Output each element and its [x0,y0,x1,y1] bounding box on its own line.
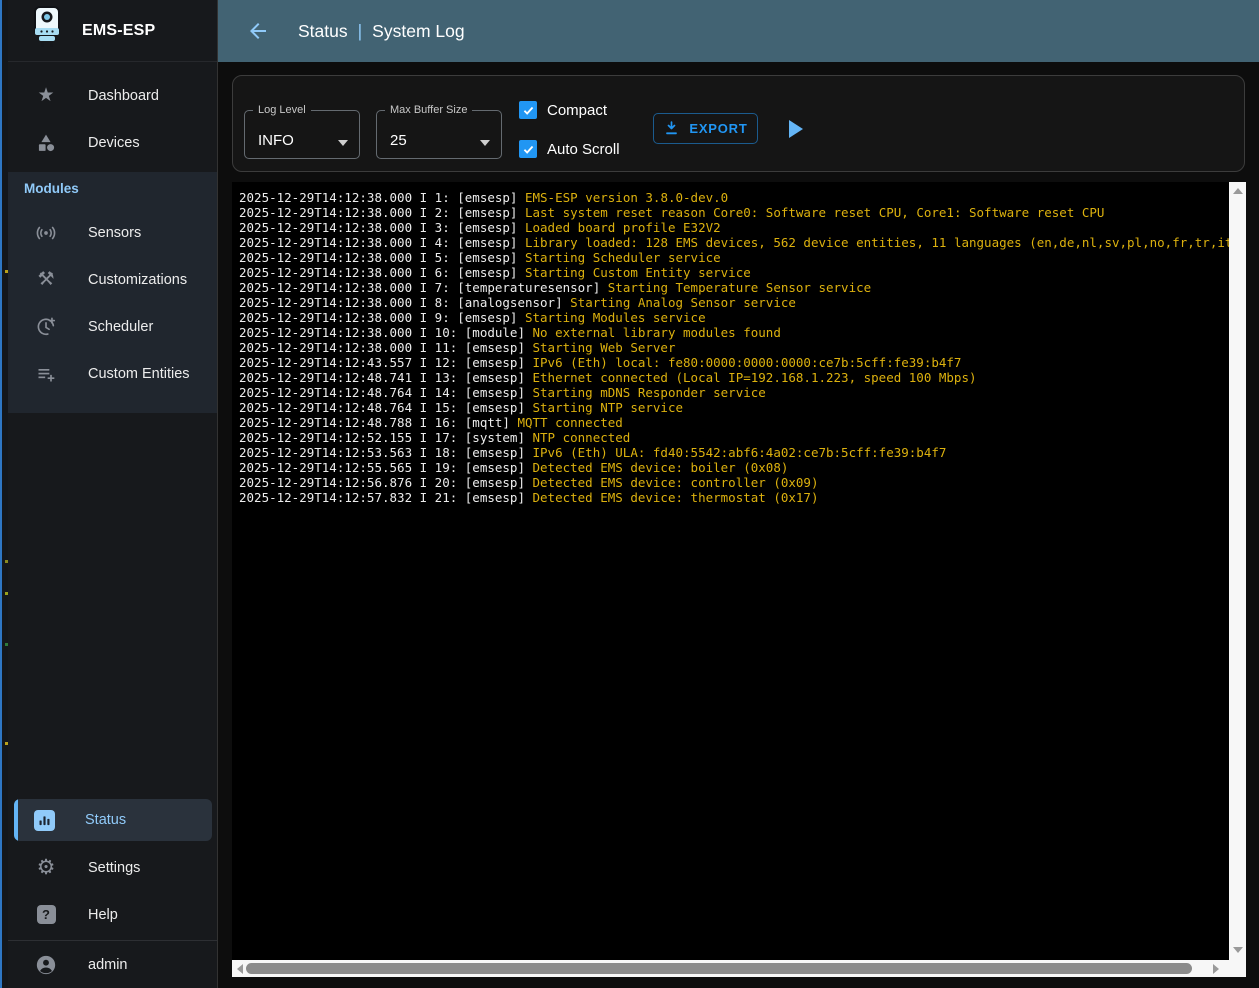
horizontal-scrollbar[interactable] [232,960,1229,977]
log-line: 2025-12-29T14:12:38.000 I 8: [analogsens… [239,295,1229,310]
sidebar-item-label: admin [88,957,128,973]
log-line: 2025-12-29T14:12:55.565 I 19: [emsesp] D… [239,460,1229,475]
sidebar-item-label: Customizations [88,272,187,288]
tools-icon: ⚒ [34,268,58,292]
auto-scroll-checkbox[interactable] [519,140,537,158]
sidebar-item-admin[interactable]: admin [8,941,217,988]
log-level-label: Log Level [253,104,311,116]
log-level-select[interactable]: Log Level INFO [244,104,360,159]
scroll-left-arrow-icon[interactable] [237,964,243,974]
log-line: 2025-12-29T14:12:38.000 I 11: [emsesp] S… [239,340,1229,355]
sidebar: EMS-ESP ★ Dashboard Devices Modules [8,0,218,988]
star-icon: ★ [34,84,58,108]
chevron-down-icon [480,140,490,146]
log-line: 2025-12-29T14:12:43.557 I 12: [emsesp] I… [239,355,1229,370]
sidebar-item-custom-entities[interactable]: Custom Entities [8,350,217,397]
log-line: 2025-12-29T14:12:57.832 I 21: [emsesp] D… [239,490,1229,505]
sidebar-item-status-active[interactable]: Status [14,799,212,841]
log-line: 2025-12-29T14:12:48.764 I 14: [emsesp] S… [239,385,1229,400]
vertical-scrollbar[interactable] [1229,182,1246,977]
sidebar-item-label: Help [88,907,118,923]
log-line: 2025-12-29T14:12:38.000 I 4: [emsesp] Li… [239,235,1229,250]
category-icon [34,131,58,155]
log-line: 2025-12-29T14:12:38.000 I 9: [emsesp] St… [239,310,1229,325]
download-icon [663,120,680,137]
chevron-down-icon [338,140,348,146]
log-line: 2025-12-29T14:12:53.563 I 18: [emsesp] I… [239,445,1229,460]
scroll-up-arrow-icon[interactable] [1233,188,1243,194]
playlist-add-icon [34,362,58,386]
log-line: 2025-12-29T14:12:38.000 I 1: [emsesp] EM… [239,190,1229,205]
log-line: 2025-12-29T14:12:48.764 I 15: [emsesp] S… [239,400,1229,415]
horizontal-scrollbar-thumb[interactable] [246,963,1192,974]
export-button[interactable]: EXPORT [653,113,758,144]
page: EMS-ESP ★ Dashboard Devices Modules [0,0,1259,988]
sensors-icon [34,221,58,245]
auto-scroll-label: Auto Scroll [547,141,620,158]
check-icon [522,104,535,117]
sidebar-item-label: Status [85,812,126,828]
sidebar-item-label: Custom Entities [88,366,190,382]
app-title: EMS-ESP [82,22,155,40]
compact-checkbox-row[interactable]: Compact [519,101,607,119]
log-line: 2025-12-29T14:12:52.155 I 17: [system] N… [239,430,1229,445]
sidebar-item-label: Settings [88,860,140,876]
scroll-right-arrow-icon[interactable] [1213,964,1219,974]
log-line: 2025-12-29T14:12:48.788 I 16: [mqtt] MQT… [239,415,1229,430]
log-panel: 2025-12-29T14:12:38.000 I 1: [emsesp] EM… [232,182,1246,977]
log-line: 2025-12-29T14:12:38.000 I 3: [emsesp] Lo… [239,220,1229,235]
main-content: Log Level INFO Max Buffer Size 25 Compac… [218,0,1259,988]
sidebar-item-label: Dashboard [88,88,159,104]
sidebar-item-help[interactable]: ? Help [8,891,217,938]
log-lines: 2025-12-29T14:12:38.000 I 1: [emsesp] EM… [232,182,1229,960]
check-icon [522,143,535,156]
sidebar-item-label: Sensors [88,225,141,241]
sidebar-item-sensors[interactable]: Sensors [8,209,217,256]
help-icon: ? [34,903,58,927]
sidebar-item-label: Scheduler [88,319,153,335]
sidebar-item-settings[interactable]: ⚙ Settings [8,844,217,891]
export-button-label: EXPORT [689,121,747,136]
log-level-value: INFO [258,132,294,149]
auto-scroll-checkbox-row[interactable]: Auto Scroll [519,140,620,158]
log-toolbar: Log Level INFO Max Buffer Size 25 Compac… [232,75,1245,172]
sidebar-item-scheduler[interactable]: Scheduler [8,303,217,350]
gear-icon: ⚙ [34,856,58,880]
play-icon[interactable] [789,120,803,138]
sidebar-item-customizations[interactable]: ⚒ Customizations [8,256,217,303]
modules-section-header: Modules [24,178,79,200]
log-line: 2025-12-29T14:12:38.000 I 5: [emsesp] St… [239,250,1229,265]
account-circle-icon [34,953,58,977]
modules-section: Modules Sensors ⚒ Customizations [8,172,217,413]
sidebar-item-label: Devices [88,135,140,151]
compact-checkbox[interactable] [519,101,537,119]
max-buffer-size-select[interactable]: Max Buffer Size 25 [376,104,502,159]
max-buffer-size-value: 25 [390,132,407,149]
log-line: 2025-12-29T14:12:38.000 I 10: [module] N… [239,325,1229,340]
log-line: 2025-12-29T14:12:38.000 I 7: [temperatur… [239,280,1229,295]
log-line: 2025-12-29T14:12:38.000 I 2: [emsesp] La… [239,205,1229,220]
log-line: 2025-12-29T14:12:38.000 I 6: [emsesp] St… [239,265,1229,280]
log-line: 2025-12-29T14:12:56.876 I 20: [emsesp] D… [239,475,1229,490]
clock-plus-icon [34,315,58,339]
bar-chart-icon [34,810,55,831]
app-logo-boiler-icon [28,5,66,56]
background-window-edge [0,0,8,988]
sidebar-item-devices[interactable]: Devices [8,119,217,166]
max-buffer-size-label: Max Buffer Size [385,104,472,116]
log-line: 2025-12-29T14:12:48.741 I 13: [emsesp] E… [239,370,1229,385]
scroll-down-arrow-icon[interactable] [1233,947,1243,953]
sidebar-item-dashboard[interactable]: ★ Dashboard [8,72,217,119]
sidebar-header: EMS-ESP [8,0,217,62]
compact-label: Compact [547,102,607,119]
